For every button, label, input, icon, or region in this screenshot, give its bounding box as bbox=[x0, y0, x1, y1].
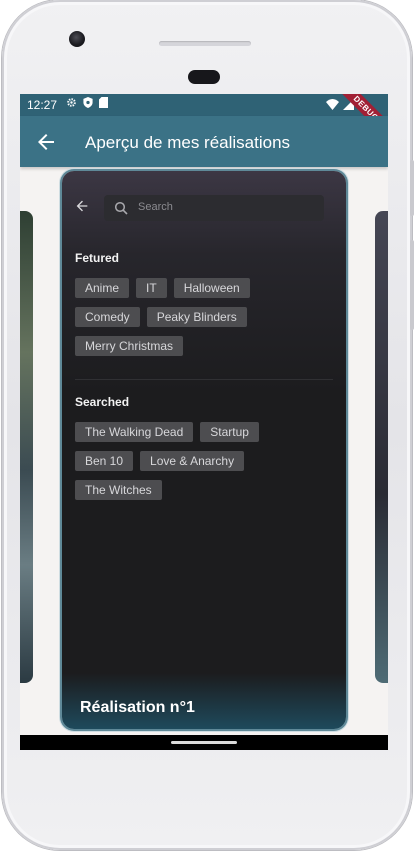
inner-search-bar: Search bbox=[104, 195, 324, 221]
searched-tag: Ben 10 bbox=[75, 451, 134, 471]
searched-tag: Startup bbox=[200, 422, 259, 442]
featured-tag: Peaky Blinders bbox=[146, 307, 247, 327]
featured-tag: Anime bbox=[75, 278, 130, 298]
card-caption: Réalisation n°1 bbox=[80, 699, 195, 716]
status-bar: 12:27 DEBUG bbox=[20, 94, 388, 145]
sd-card-icon bbox=[99, 97, 108, 108]
carousel-card-current[interactable]: Search Fetured Anime IT Halloween Comedy… bbox=[62, 171, 346, 729]
home-indicator[interactable] bbox=[171, 741, 237, 744]
status-time: 12:27 bbox=[27, 98, 58, 112]
settings-gear-icon bbox=[67, 98, 76, 107]
shield-icon bbox=[83, 97, 93, 108]
featured-chip-row: Anime IT Halloween bbox=[75, 278, 250, 298]
featured-chip-row: Merry Christmas bbox=[75, 336, 184, 356]
featured-heading: Fetured bbox=[75, 251, 120, 265]
section-divider bbox=[75, 379, 333, 380]
proximity-sensor bbox=[188, 70, 220, 84]
searched-tag: The Witches bbox=[75, 480, 162, 500]
carousel[interactable]: Search Fetured Anime IT Halloween Comedy… bbox=[20, 167, 388, 735]
search-icon bbox=[114, 201, 128, 215]
system-nav-bar bbox=[20, 735, 388, 750]
featured-tag: IT bbox=[136, 278, 167, 298]
searched-chip-row: The Walking Dead Startup bbox=[75, 422, 259, 442]
app-bar: Aperçu de mes réalisations bbox=[20, 116, 388, 167]
wifi-icon bbox=[326, 98, 339, 110]
power-button bbox=[410, 240, 414, 330]
back-arrow-icon[interactable] bbox=[34, 130, 58, 154]
searched-tag: Love & Anarchy bbox=[140, 451, 245, 471]
inner-search-placeholder: Search bbox=[138, 201, 173, 213]
searched-chip-row: Ben 10 Love & Anarchy bbox=[75, 451, 245, 471]
status-notification-icons bbox=[66, 97, 108, 108]
front-camera bbox=[69, 31, 85, 47]
featured-tag: Comedy bbox=[75, 307, 140, 327]
volume-button bbox=[410, 160, 414, 216]
carousel-card-next[interactable] bbox=[375, 211, 388, 683]
page-title: Aperçu de mes réalisations bbox=[85, 133, 291, 152]
inner-back-arrow-icon bbox=[76, 200, 88, 212]
earpiece-speaker bbox=[159, 41, 251, 46]
searched-chip-row: The Witches bbox=[75, 480, 162, 500]
featured-tag: Merry Christmas bbox=[75, 336, 184, 356]
featured-tag: Halloween bbox=[173, 278, 250, 298]
featured-chip-row: Comedy Peaky Blinders bbox=[75, 307, 247, 327]
screen: 12:27 DEBUG Aperçu de mes réalisations S… bbox=[20, 94, 388, 750]
carousel-card-previous[interactable] bbox=[20, 211, 33, 683]
searched-heading: Searched bbox=[75, 395, 130, 409]
searched-tag: The Walking Dead bbox=[75, 422, 194, 442]
